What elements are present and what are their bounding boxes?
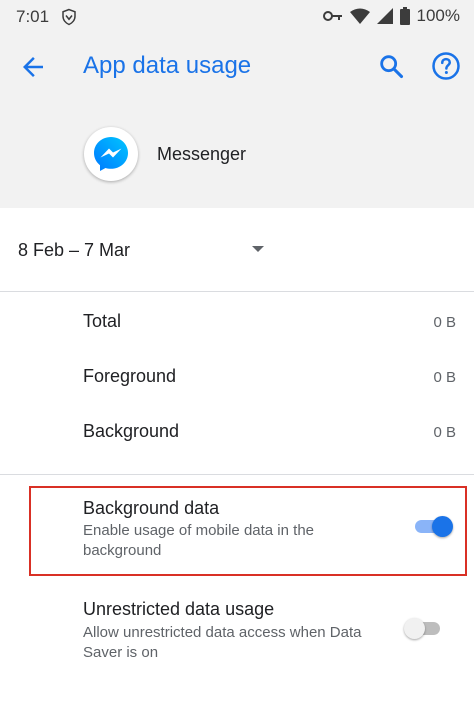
signal-icon	[376, 8, 393, 24]
usage-value: 0 B	[433, 424, 456, 441]
battery-level: 100%	[416, 6, 460, 25]
dropdown-arrow-icon	[252, 246, 264, 252]
app-icon	[84, 127, 138, 181]
toggle-thumb	[404, 618, 425, 639]
date-range-label: 8 Feb – 7 Mar	[18, 240, 131, 260]
usage-label: Background	[83, 421, 180, 441]
back-arrow-icon[interactable]	[18, 52, 48, 82]
app-header: App data usage Messenger	[0, 34, 474, 208]
battery-icon	[399, 7, 410, 25]
usage-row-total: Total 0 B	[0, 295, 474, 350]
usage-label: Total	[83, 311, 122, 331]
status-icons: 100%	[322, 6, 460, 26]
setting-title: Unrestricted data usage	[83, 599, 275, 619]
status-bar: 7:01 100%	[0, 0, 474, 34]
search-icon[interactable]	[377, 52, 405, 80]
status-time: 7:01	[16, 7, 50, 26]
app-name: Messenger	[157, 144, 247, 164]
shield-icon	[62, 8, 76, 26]
highlight-box	[29, 486, 467, 576]
divider	[0, 474, 474, 475]
usage-value: 0 B	[433, 314, 456, 331]
usage-value: 0 B	[433, 369, 456, 386]
messenger-icon	[94, 137, 128, 171]
usage-label: Foreground	[83, 366, 177, 386]
unrestricted-data-toggle[interactable]	[404, 616, 444, 640]
usage-row-foreground: Foreground 0 B	[0, 350, 474, 405]
vpn-key-icon	[322, 11, 342, 21]
date-range-selector[interactable]: 8 Feb – 7 Mar	[0, 212, 474, 290]
wifi-icon	[349, 8, 370, 24]
help-icon[interactable]	[431, 51, 461, 81]
usage-row-background: Background 0 B	[0, 405, 474, 460]
page-title: App data usage	[83, 52, 252, 79]
divider	[0, 291, 474, 292]
setting-subtitle: Allow unrestricted data access when Data…	[83, 624, 362, 661]
unrestricted-data-setting[interactable]: Unrestricted data usage Allow unrestrict…	[0, 588, 474, 668]
